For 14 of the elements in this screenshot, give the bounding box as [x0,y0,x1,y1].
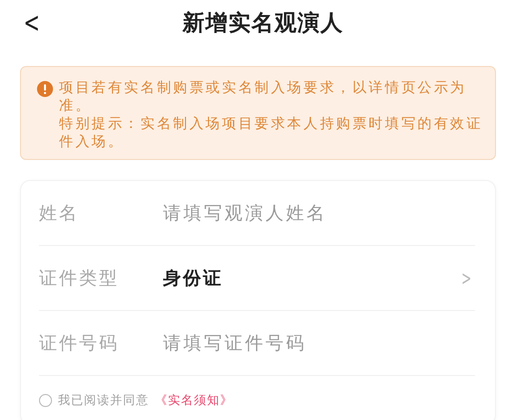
terms-link[interactable]: 《实名须知》 [155,392,233,408]
agree-checkbox[interactable] [39,394,52,406]
field-label: 证件号码 [39,332,120,355]
field-label: 证件类型 [39,267,120,290]
field-label: 姓名 [39,202,80,225]
agreement-text: 我已阅读并同意 [58,392,149,408]
input-field[interactable]: 请填写证件号码 [163,328,475,358]
page-title: 新增实名观演人 [182,10,344,38]
notice-text: 特别提示：实名制入场项目要求本人持购票时填写的有效证件入场。 [59,115,484,151]
select-field[interactable]: 身份证 > [163,263,475,293]
notice-text: 项目若有实名制购票或实名制入场要求，以详情页公示为准。 [59,79,468,115]
input-field[interactable]: 请填写观演人姓名 [163,198,475,228]
warning-icon [37,81,53,97]
back-button[interactable]: < [24,6,40,39]
